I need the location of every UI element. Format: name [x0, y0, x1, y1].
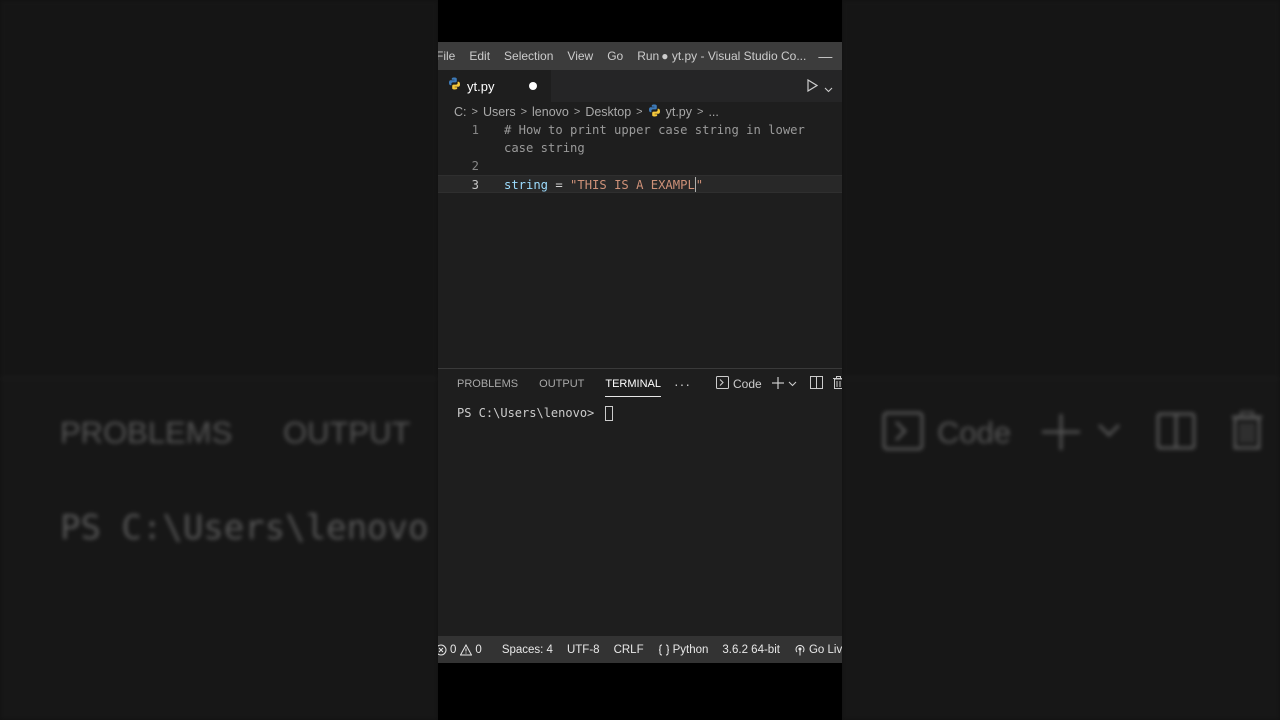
menu-go[interactable]: Go	[600, 49, 630, 63]
error-count: 0	[450, 643, 457, 656]
more-actions-icon[interactable]: ···	[674, 376, 691, 392]
editor-tab-bar: yt.py	[438, 70, 842, 102]
tab-output[interactable]: OUTPUT	[539, 369, 584, 399]
menu-selection[interactable]: Selection	[497, 49, 560, 63]
minimize-button[interactable]: —	[818, 48, 832, 64]
code-text: string = "THIS IS A EXAMPL"	[504, 176, 703, 194]
editor-area[interactable]: C: > Users > lenovo > Desktop > yt.py > …	[438, 102, 842, 368]
code-string-quote: "	[695, 178, 704, 192]
unsaved-dot-icon[interactable]	[529, 82, 537, 90]
python-file-icon	[648, 104, 661, 120]
encoding-status[interactable]: UTF-8	[567, 644, 600, 656]
language-label: Python	[672, 643, 709, 656]
error-icon	[438, 644, 447, 655]
new-terminal-icon[interactable]	[771, 376, 784, 392]
go-live-label: Go Live	[808, 643, 842, 656]
background-plus-icon	[1040, 412, 1082, 457]
code-text: case string	[504, 141, 585, 155]
broadcast-icon	[795, 644, 805, 655]
status-bar: 0 0 Spaces: 4 UTF-8 CRLF Python 3.6.2 64…	[438, 636, 842, 663]
breadcrumb-file[interactable]: yt.py	[666, 105, 692, 119]
indentation-status[interactable]: Spaces: 4	[502, 644, 553, 656]
background-chevron-icon	[1097, 422, 1121, 443]
menu-edit[interactable]: Edit	[462, 49, 497, 63]
breadcrumb-lenovo[interactable]: lenovo	[532, 105, 569, 119]
breadcrumb-desktop[interactable]: Desktop	[585, 105, 631, 119]
menu-file[interactable]: File	[438, 49, 462, 63]
code-line-1-wrap: case string	[438, 139, 842, 157]
chevron-down-icon[interactable]	[824, 81, 833, 99]
chevron-right-icon: >	[471, 106, 478, 118]
terminal-profile-label[interactable]: Code	[733, 377, 762, 391]
background-blur-left: PROBLEMS OUTPUT PS C:\Users\lenovo	[0, 0, 438, 720]
chevron-right-icon: >	[636, 106, 643, 118]
menu-run[interactable]: Run	[630, 49, 659, 63]
tab-label: yt.py	[467, 78, 495, 94]
menu-view[interactable]: View	[560, 49, 600, 63]
bottom-letterbox	[438, 663, 842, 720]
title-bar: File Edit Selection View Go Run ● yt.py …	[438, 42, 842, 70]
code-text: # How to print upper case string in lowe…	[504, 123, 805, 137]
background-trash-icon	[1230, 410, 1264, 455]
interpreter-status[interactable]: 3.6.2 64-bit	[722, 644, 780, 656]
terminal-output[interactable]: PS C:\Users\lenovo>	[457, 406, 613, 421]
line-number: 3	[471, 178, 479, 192]
chevron-down-icon[interactable]	[788, 377, 797, 391]
warning-icon	[460, 643, 473, 655]
chevron-right-icon: >	[573, 106, 581, 118]
code-variable: string	[504, 178, 549, 192]
background-terminal-text: PS C:\Users\lenovo	[60, 508, 429, 548]
braces-icon	[658, 644, 669, 655]
breadcrumb-users[interactable]: Users	[483, 105, 516, 119]
language-status[interactable]: Python	[658, 643, 709, 656]
problems-status[interactable]: 0 0	[438, 643, 482, 656]
terminal-prompt: PS C:\Users\lenovo>	[457, 406, 602, 420]
terminal-icon[interactable]	[716, 376, 729, 392]
bottom-panel: PROBLEMS OUTPUT TERMINAL ··· Code PS C:\…	[438, 368, 842, 636]
background-problems-label: PROBLEMS	[60, 415, 233, 450]
line-number: 1	[471, 123, 479, 137]
code-line-3: 3 string = "THIS IS A EXAMPL"	[438, 175, 842, 193]
code-line-2: 2	[438, 157, 842, 175]
split-terminal-icon[interactable]	[809, 376, 823, 392]
window-title: ● yt.py - Visual Studio Co...	[661, 49, 807, 63]
run-icon[interactable]	[806, 78, 819, 97]
vscode-window: File Edit Selection View Go Run ● yt.py …	[438, 0, 842, 720]
background-code-label: Code	[937, 415, 1012, 450]
tab-terminal[interactable]: TERMINAL	[605, 369, 661, 399]
go-live-status[interactable]: Go Live	[794, 644, 842, 656]
code-operator: =	[548, 178, 571, 192]
background-blur-right: Code	[842, 0, 1280, 720]
background-split-icon	[1156, 412, 1196, 455]
background-output-label: OUTPUT	[283, 415, 411, 450]
panel-tabs: PROBLEMS OUTPUT TERMINAL ···	[457, 369, 691, 399]
line-number: 2	[471, 159, 479, 173]
chevron-right-icon: >	[520, 106, 528, 118]
python-file-icon	[448, 77, 461, 95]
background-terminal-icon	[882, 411, 924, 456]
code-string: "THIS IS A EXAMPL	[570, 178, 695, 192]
terminal-cursor	[604, 406, 613, 421]
eol-status[interactable]: CRLF	[614, 644, 644, 656]
breadcrumb-more[interactable]: ...	[708, 105, 718, 119]
panel-actions: Code	[716, 376, 842, 392]
warning-count: 0	[475, 643, 482, 656]
code-line-1: 1 # How to print upper case string in lo…	[438, 121, 842, 139]
breadcrumb-drive[interactable]: C:	[454, 105, 467, 119]
chevron-right-icon: >	[697, 106, 704, 118]
tab-problems[interactable]: PROBLEMS	[457, 369, 518, 399]
breadcrumb: C: > Users > lenovo > Desktop > yt.py > …	[454, 102, 719, 122]
trash-icon[interactable]	[832, 376, 842, 392]
tab-yt-py[interactable]: yt.py	[438, 70, 551, 102]
